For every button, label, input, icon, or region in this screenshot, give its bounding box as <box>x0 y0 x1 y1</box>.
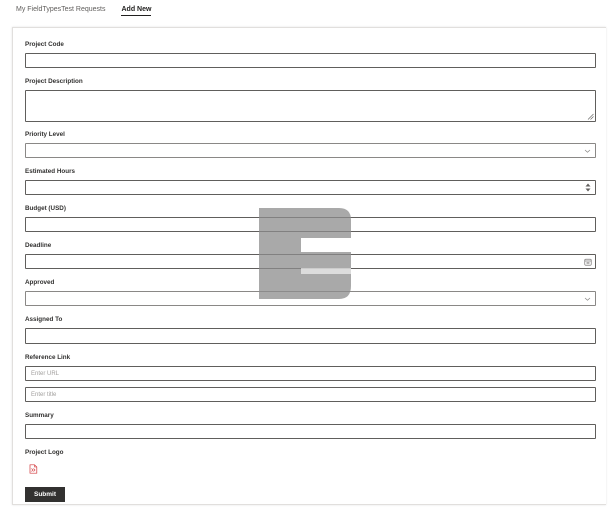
summary-label: Summary <box>25 412 54 419</box>
priority-level-dropdown[interactable] <box>25 143 596 158</box>
estimated-hours-field[interactable] <box>25 180 596 195</box>
reference-link-title-field[interactable]: Enter title <box>25 387 596 402</box>
project-code-label: Project Code <box>25 41 64 48</box>
priority-level-label: Priority Level <box>25 131 65 138</box>
assigned-to-people-picker[interactable] <box>25 328 596 344</box>
budget-label: Budget (USD) <box>25 205 66 212</box>
chevron-down-icon <box>584 149 591 153</box>
chevron-down-icon <box>584 297 591 301</box>
url-placeholder: Enter URL <box>31 370 60 377</box>
project-logo-label: Project Logo <box>25 449 64 456</box>
estimated-hours-label: Estimated Hours <box>25 168 76 175</box>
deadline-label: Deadline <box>25 242 52 249</box>
assigned-to-label: Assigned To <box>25 316 63 323</box>
submit-button[interactable]: Submit <box>25 487 65 502</box>
broken-image-icon[interactable] <box>29 464 38 474</box>
spinner-arrows-icon[interactable] <box>585 182 591 193</box>
reference-link-url-field[interactable]: Enter URL <box>25 366 596 381</box>
title-placeholder: Enter title <box>31 391 57 398</box>
approved-label: Approved <box>25 279 55 286</box>
reference-link-label: Reference Link <box>25 354 71 361</box>
calendar-icon[interactable] <box>584 258 592 266</box>
resize-handle-icon[interactable] <box>587 113 594 120</box>
tab-bar: My FieldTypesTest Requests Add New <box>16 0 152 22</box>
project-description-textarea[interactable] <box>25 90 596 122</box>
watermark-logo <box>259 208 351 299</box>
tab-my-requests[interactable]: My FieldTypesTest Requests <box>16 0 105 14</box>
project-code-field[interactable] <box>25 53 596 68</box>
tab-add-new[interactable]: Add New <box>121 0 152 16</box>
project-description-label: Project Description <box>25 78 83 85</box>
summary-field[interactable] <box>25 424 596 439</box>
